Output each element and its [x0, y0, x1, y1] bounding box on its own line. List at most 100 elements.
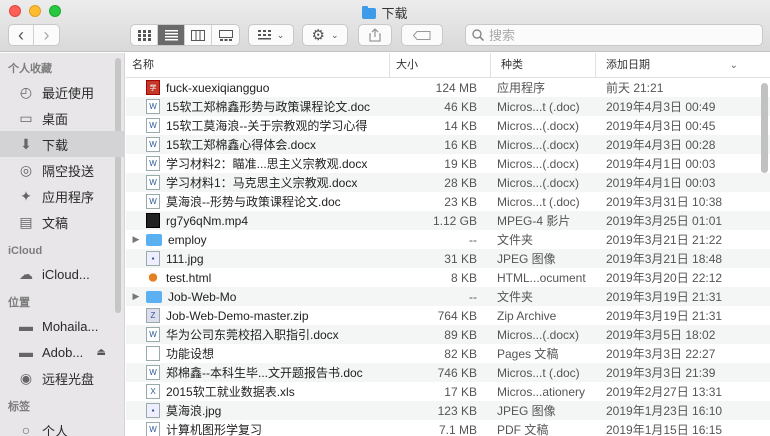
sidebar-item-desktop[interactable]: ▭ 桌面	[0, 105, 124, 131]
sidebar-item-label: 最近使用	[42, 85, 95, 101]
file-name: rg7y6qNm.mp4	[166, 213, 249, 228]
file-name-cell: ▶ employ	[126, 233, 390, 247]
forward-button[interactable]: ›	[34, 25, 59, 45]
file-name-cell: 学 fuck-xuexiqiangguo	[126, 80, 390, 95]
file-name-cell: Z Job-Web-Demo-master.zip	[126, 308, 390, 323]
column-header-date[interactable]: 添加日期 ⌄	[596, 53, 746, 78]
column-view-button[interactable]	[185, 25, 212, 45]
file-name-cell: 功能设想	[126, 345, 390, 362]
file-row[interactable]: 学 fuck-xuexiqiangguo 124 MB 应用程序 前天 21:21	[126, 78, 770, 97]
file-kind: Micros...t (.doc)	[497, 194, 580, 209]
chevron-down-icon: ⌄	[276, 29, 285, 40]
file-size: 7.1 MB	[438, 422, 477, 436]
file-name: 莫海浪--形势与政策课程论文.doc	[166, 195, 341, 209]
file-kind: Micros...(.docx)	[497, 156, 580, 171]
file-row[interactable]: ▶ Job-Web-Mo -- 文件夹 2019年3月19日 21:31	[126, 287, 770, 306]
disclosure-triangle-icon[interactable]: ▶	[126, 291, 146, 302]
file-row[interactable]: Z Job-Web-Demo-master.zip 764 KB Zip Archiv…	[126, 306, 770, 325]
sidebar-item-remote-disc[interactable]: ◉ 远程光盘	[0, 365, 124, 391]
navigation-buttons: ‹ ›	[8, 24, 60, 46]
sidebar-item-documents[interactable]: ▤ 文稿	[0, 209, 124, 235]
search-input[interactable]	[489, 27, 749, 43]
file-row[interactable]: rg7y6qNm.mp4 1.12 GB MPEG-4 影片 2019年3月25日 0…	[126, 211, 770, 230]
file-row[interactable]: W 计算机图形学复习 7.1 MB PDF 文稿 2019年1月15日 16:15	[126, 420, 770, 436]
file-row[interactable]: W 学习材料1：马克思主义宗教观.docx 28 KB Micros...(.docx…	[126, 173, 770, 192]
file-row[interactable]: X 2015软工就业数据表.xls 17 KB Micros...ationery 20…	[126, 382, 770, 401]
file-name: 莫海浪.jpg	[166, 404, 222, 418]
file-name-cell: test.html	[126, 270, 390, 285]
document-icon: ▤	[19, 213, 33, 230]
file-date: 2019年3月21日 21:22	[606, 233, 723, 247]
file-row[interactable]: W 15软工郑棉鑫心得体会.docx 16 KB Micros...(.docx) 20…	[126, 135, 770, 154]
sidebar-item-adobe-volume[interactable]: ▬ Adob... ⏏	[0, 339, 124, 365]
sort-chevron-icon: ⌄	[729, 59, 738, 71]
column-header-kind[interactable]: 种类	[491, 53, 596, 78]
file-row[interactable]: W 学习材料2：瞄准...思主义宗教观.docx 19 KB Micros...(.d…	[126, 154, 770, 173]
file-size: 123 KB	[437, 403, 477, 418]
list-view-button[interactable]	[158, 25, 185, 45]
file-name: Job-Web-Mo	[168, 289, 237, 304]
column-header-name[interactable]: 名称	[126, 53, 390, 78]
group-by-button[interactable]: ⌄	[248, 24, 294, 46]
file-date: 2019年4月3日 00:49	[606, 100, 716, 114]
sidebar-item-applications[interactable]: ✦ 应用程序	[0, 183, 124, 209]
sidebar-item-airdrop[interactable]: ◎ 隔空投送	[0, 157, 124, 183]
file-row[interactable]: W 郑棉鑫--本科生毕...文开题报告书.doc 746 KB Micros...t …	[126, 363, 770, 382]
file-row[interactable]: W 华为公司东莞校招入职指引.docx 89 KB Micros...(.docx) 2…	[126, 325, 770, 344]
file-row[interactable]: ▪ 111.jpg 31 KB JPEG 图像 2019年3月21日 18:48	[126, 249, 770, 268]
file-date: 2019年3月3日 22:27	[606, 347, 716, 361]
file-date: 2019年1月23日 16:10	[606, 404, 723, 418]
back-button[interactable]: ‹	[9, 25, 35, 45]
file-row[interactable]: W 15软工郑棉鑫形势与政策课程论文.doc 46 KB Micros...t (.d…	[126, 97, 770, 116]
file-name-cell: W 学习材料2：瞄准...思主义宗教观.docx	[126, 155, 390, 172]
file-row[interactable]: ▪ 莫海浪.jpg 123 KB JPEG 图像 2019年1月23日 16:10	[126, 401, 770, 420]
favorites-header: 个人收藏	[8, 63, 52, 75]
file-kind: Zip Archive	[497, 308, 557, 323]
column-header-size[interactable]: 大小	[390, 53, 491, 78]
icon-view-button[interactable]	[131, 25, 158, 45]
file-row[interactable]: test.html 8 KB HTML...ocument 2019年3月20日 22…	[126, 268, 770, 287]
file-name: 学习材料1：马克思主义宗教观.docx	[166, 176, 358, 190]
file-kind: Micros...t (.doc)	[497, 99, 580, 114]
file-size: 1.12 GB	[432, 213, 477, 228]
sidebar-item-downloads[interactable]: ⬇ 下载	[0, 131, 124, 157]
eject-icon[interactable]: ⏏	[97, 347, 106, 358]
sidebar-item-recents[interactable]: ◴ 最近使用	[0, 79, 124, 105]
gear-icon: ⚙	[311, 27, 325, 44]
file-name-cell: ▪ 莫海浪.jpg	[126, 402, 390, 419]
blank-file-icon	[146, 346, 160, 361]
file-size: 764 KB	[437, 308, 477, 323]
file-name: 111.jpg	[166, 251, 204, 266]
folder-icon	[362, 6, 377, 19]
file-name: fuck-xuexiqiangguo	[166, 80, 270, 95]
sidebar-item-label: 个人	[42, 423, 69, 436]
chevron-down-icon: ⌄	[330, 29, 339, 40]
sidebar-item-tag-personal[interactable]: ○ 个人	[0, 417, 124, 436]
desktop-icon: ▭	[19, 109, 33, 126]
video-file-icon	[146, 213, 160, 228]
doc-file-icon: W	[146, 118, 160, 133]
tags-button[interactable]	[401, 24, 443, 46]
sidebar-item-label: 应用程序	[42, 189, 95, 205]
file-row[interactable]: ▶ employ -- 文件夹 2019年3月21日 21:22	[126, 230, 770, 249]
action-menu-button[interactable]: ⚙ ⌄	[302, 24, 348, 46]
doc-file-icon: W	[146, 175, 160, 190]
file-size: 16 KB	[444, 137, 477, 152]
file-date: 2019年4月3日 00:28	[606, 138, 716, 152]
doc-file-icon: W	[146, 194, 160, 209]
disclosure-triangle-icon[interactable]: ▶	[126, 234, 146, 245]
file-date: 2019年3月19日 21:31	[606, 309, 723, 323]
list-icon	[164, 29, 178, 40]
gallery-view-button[interactable]	[212, 25, 239, 45]
share-button[interactable]	[358, 24, 392, 46]
file-row[interactable]: W 15软工莫海浪--关于宗教观的学习心得 14 KB Micros...(.docx…	[126, 116, 770, 135]
search-field[interactable]	[465, 24, 763, 46]
file-name: 学习材料2：瞄准...思主义宗教观.docx	[166, 157, 368, 171]
sidebar-item-mac-disk[interactable]: ▬ Mohaila...	[0, 313, 124, 339]
file-row[interactable]: W 莫海浪--形势与政策课程论文.doc 23 KB Micros...t (.doc…	[126, 192, 770, 211]
file-row[interactable]: 功能设想 82 KB Pages 文稿 2019年3月3日 22:27	[126, 344, 770, 363]
sidebar-item-icloud-drive[interactable]: ☁ iCloud...	[0, 261, 124, 287]
sidebar-item-label: Adob...	[42, 344, 84, 360]
file-list-scrollbar[interactable]	[761, 83, 768, 173]
file-size: 31 KB	[444, 251, 477, 266]
